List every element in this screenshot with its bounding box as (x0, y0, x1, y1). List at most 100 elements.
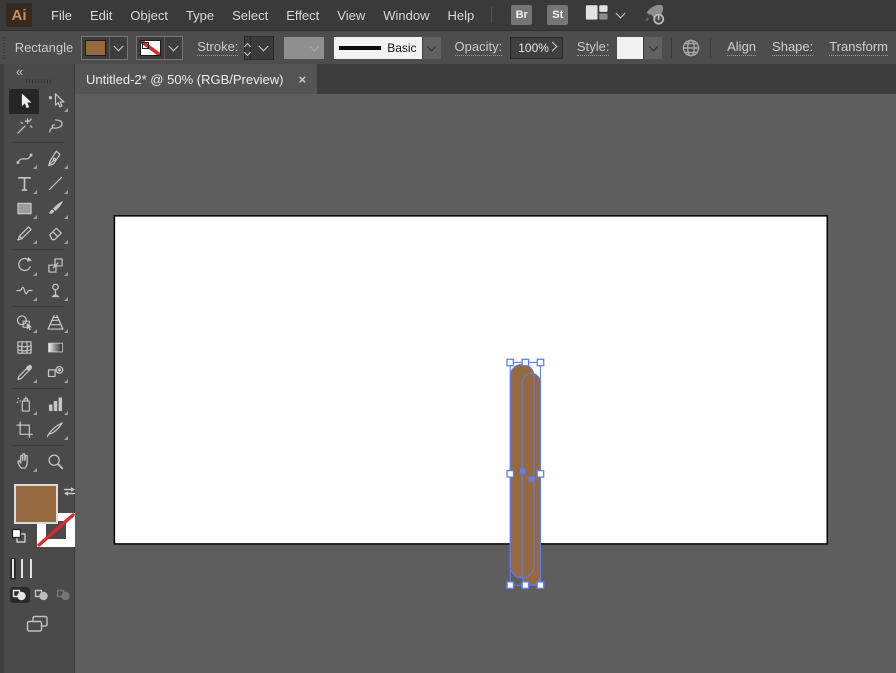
stroke-none-swatch[interactable] (140, 40, 161, 56)
panel-grip[interactable] (26, 79, 52, 83)
symbol-sprayer-icon (14, 394, 35, 415)
mesh-tool[interactable] (9, 335, 39, 360)
menu-type[interactable]: Type (177, 4, 223, 27)
stepper-down-icon[interactable] (244, 48, 251, 55)
close-tab-icon[interactable]: × (298, 72, 306, 87)
width-tool[interactable] (9, 278, 39, 303)
type-tool[interactable] (9, 171, 39, 196)
puppet-warp-tool[interactable] (40, 278, 70, 303)
paintbrush-icon (45, 198, 66, 219)
change-screen-mode-button[interactable] (26, 615, 50, 638)
stroke-panel-link[interactable]: Stroke: (197, 39, 238, 56)
symbol-sprayer-tool[interactable] (9, 392, 39, 417)
gradient-button[interactable] (19, 558, 25, 580)
fill-color-swatch[interactable] (85, 40, 106, 56)
hand-icon (14, 451, 35, 472)
opacity-field[interactable]: 100% (510, 37, 563, 59)
menu-file[interactable]: File (42, 4, 81, 27)
menu-help[interactable]: Help (438, 4, 483, 27)
collapse-panel-button[interactable]: « (16, 64, 21, 79)
pen-icon (45, 148, 66, 169)
canvas-area[interactable] (75, 94, 896, 673)
menu-effect[interactable]: Effect (277, 4, 328, 27)
flyout-indicator (64, 379, 68, 383)
fill-proxy-swatch[interactable] (14, 484, 58, 524)
bridge-button[interactable]: Br (511, 5, 532, 25)
brush-definition-dropdown (284, 37, 324, 59)
flyout-indicator (64, 165, 68, 169)
direct-selection-tool[interactable] (40, 89, 70, 114)
opacity-panel-link[interactable]: Opacity: (455, 39, 503, 56)
draw-inside-button[interactable] (54, 587, 74, 603)
menu-select[interactable]: Select (223, 4, 277, 27)
curvature-icon (14, 148, 35, 169)
stroke-style-dropdown[interactable]: Basic (334, 37, 441, 59)
zoom-tool[interactable] (40, 449, 70, 474)
eraser-tool[interactable] (40, 221, 70, 246)
magic-wand-tool[interactable] (9, 114, 39, 139)
paintbrush-tool[interactable] (40, 196, 70, 221)
line-segment-tool[interactable] (40, 171, 70, 196)
perspective-grid-icon (45, 312, 66, 333)
shape-builder-tool[interactable] (9, 310, 39, 335)
document-tab[interactable]: Untitled-2* @ 50% (RGB/Preview) × (75, 64, 317, 94)
lasso-tool[interactable] (40, 114, 70, 139)
flyout-indicator (64, 240, 68, 244)
blend-icon (45, 362, 66, 383)
graphic-style-dropdown[interactable] (617, 37, 662, 59)
column-graph-tool[interactable] (40, 392, 70, 417)
pencil-icon (14, 223, 35, 244)
pencil-tool[interactable] (9, 221, 39, 246)
panel-grip[interactable] (3, 37, 5, 59)
draw-normal-button[interactable] (10, 587, 30, 603)
gradient-tool[interactable] (40, 335, 70, 360)
eraser-icon (45, 223, 66, 244)
align-panel-link[interactable]: Align (727, 39, 756, 56)
menu-object[interactable]: Object (121, 4, 177, 27)
flyout-indicator (33, 379, 37, 383)
style-panel-link[interactable]: Style: (577, 39, 610, 56)
chevron-down-icon (309, 41, 319, 51)
selection-tool[interactable] (9, 89, 39, 114)
stroke-style-value: Basic (387, 41, 416, 55)
menu-window[interactable]: Window (374, 4, 438, 27)
type-icon (14, 173, 35, 194)
tools-panel: « (0, 64, 75, 673)
transform-panel-link[interactable]: Transform (829, 39, 888, 56)
chevron-down-icon (616, 9, 626, 19)
document-setup-globe-icon[interactable] (681, 38, 701, 58)
stroke-weight-dropdown[interactable] (251, 36, 273, 60)
stock-button[interactable]: St (547, 5, 568, 25)
slice-tool[interactable] (40, 417, 70, 442)
gpu-performance-icon[interactable] (640, 3, 668, 27)
curvature-tool[interactable] (9, 146, 39, 171)
menu-view[interactable]: View (328, 4, 374, 27)
rectangle-tool[interactable] (9, 196, 39, 221)
pen-tool[interactable] (40, 146, 70, 171)
draw-behind-button[interactable] (32, 587, 52, 603)
magic-wand-icon (14, 116, 35, 137)
shape-panel-link[interactable]: Shape: (772, 39, 813, 56)
flyout-indicator (33, 411, 37, 415)
flyout-indicator (64, 411, 68, 415)
control-bar: Rectangle Stroke: Basic Opacity: (0, 30, 896, 64)
stroke-weight-stepper[interactable] (244, 36, 251, 60)
artboard-tool[interactable] (9, 417, 39, 442)
perspective-grid-tool[interactable] (40, 310, 70, 335)
default-fill-stroke-icon[interactable] (11, 528, 27, 549)
hand-tool[interactable] (9, 449, 39, 474)
stroke-color-dropdown[interactable] (136, 36, 183, 60)
fill-color-dropdown[interactable] (81, 36, 128, 60)
menubar-right: Br St (487, 3, 668, 28)
eyedropper-tool[interactable] (9, 360, 39, 385)
artboard[interactable] (114, 216, 827, 544)
menu-edit[interactable]: Edit (81, 4, 121, 27)
flyout-indicator (64, 329, 68, 333)
none-button[interactable] (28, 558, 34, 580)
scale-tool[interactable] (40, 253, 70, 278)
color-button[interactable] (10, 558, 16, 580)
blend-tool[interactable] (40, 360, 70, 385)
selected-shape[interactable] (510, 364, 540, 585)
workspace-switcher[interactable] (584, 3, 624, 28)
rotate-tool[interactable] (9, 253, 39, 278)
